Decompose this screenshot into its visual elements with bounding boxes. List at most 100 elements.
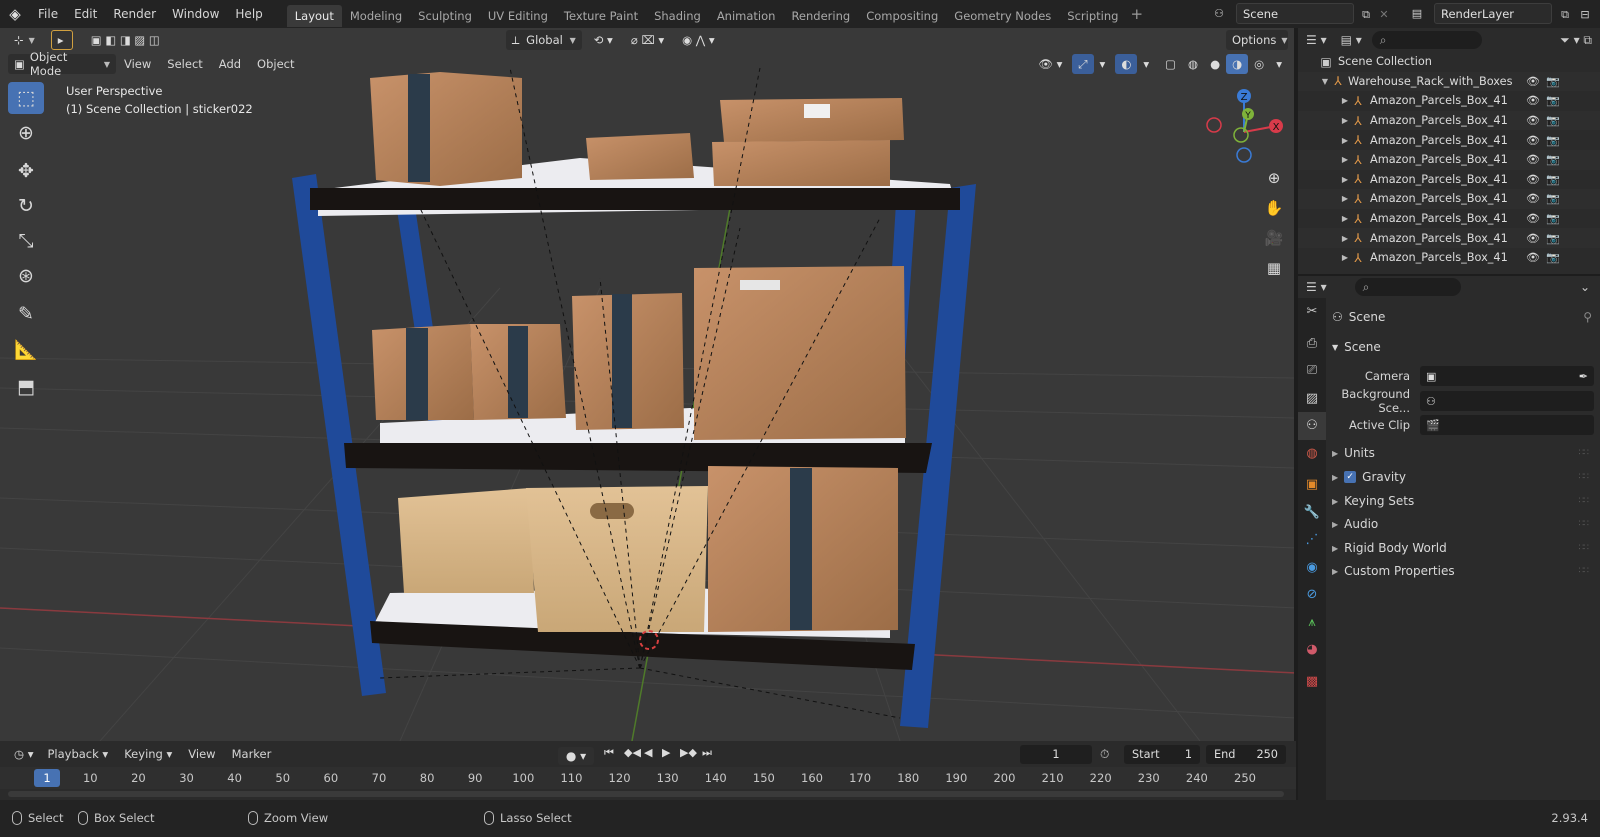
properties-editor-icon[interactable]: ☰ ▾ xyxy=(1306,280,1327,294)
shading-wireframe-icon[interactable]: ◍ xyxy=(1182,54,1204,74)
new-view-layer-icon[interactable]: ⧉ xyxy=(1556,4,1574,25)
chevron-down-icon[interactable]: ▾ xyxy=(1094,54,1112,74)
pivot-point-icon[interactable]: ⟲ ▾ xyxy=(588,30,619,50)
camera-icon[interactable]: 📷 xyxy=(1546,212,1560,225)
camera-view-icon[interactable]: 🎥 xyxy=(1262,226,1286,250)
chevron-down-icon[interactable]: ⌄ xyxy=(1580,280,1590,294)
rotate-tool-icon[interactable]: ↻ xyxy=(8,190,44,222)
eye-icon[interactable]: 👁 xyxy=(1526,75,1540,88)
view-layer-tab-icon[interactable]: ▨ xyxy=(1298,385,1326,413)
camera-icon[interactable]: 📷 xyxy=(1546,153,1560,166)
tab-texture-paint[interactable]: Texture Paint xyxy=(556,5,646,27)
subpanel-keying-sets[interactable]: ▶ Keying Sets ∷∷ xyxy=(1332,494,1594,508)
zoom-icon[interactable]: ⊕ xyxy=(1262,166,1286,190)
tab-geometry-nodes[interactable]: Geometry Nodes xyxy=(946,5,1059,27)
outliner-item[interactable]: ▶ ⅄ Amazon_Parcels_Box_41 👁 📷 xyxy=(1298,110,1600,131)
add-workspace-icon[interactable]: + xyxy=(1130,5,1143,23)
drag-handle-icon[interactable]: ∷∷ xyxy=(1579,496,1590,506)
prev-keyframe-icon[interactable]: ◆◀ xyxy=(624,746,641,759)
new-scene-icon[interactable]: ⧉ xyxy=(1357,4,1375,25)
shading-rendered-icon[interactable]: ◎ xyxy=(1248,54,1270,74)
subpanel-gravity[interactable]: ▶ ✓ Gravity ∷∷ xyxy=(1332,470,1594,484)
gravity-checkbox[interactable]: ✓ xyxy=(1344,471,1357,483)
shading-options-icon[interactable]: ▾ xyxy=(1270,54,1288,74)
modifier-tab-icon[interactable]: 🔧 xyxy=(1298,499,1326,527)
select-mode-icons[interactable]: ▣ ◧ ◨ ▨ ◫ xyxy=(85,30,166,50)
expand-right-icon[interactable]: ▶ xyxy=(1340,214,1350,223)
eye-icon[interactable]: 👁 xyxy=(1526,251,1540,264)
shading-material-icon[interactable]: ◑ xyxy=(1226,54,1249,74)
select-tool-icon[interactable]: ▸ xyxy=(50,30,73,50)
navigation-gizmo[interactable]: Z X Y xyxy=(1196,84,1296,174)
view-layer-field[interactable]: RenderLayer xyxy=(1434,3,1552,24)
tab-sculpting[interactable]: Sculpting xyxy=(410,5,480,27)
menu-select[interactable]: Select xyxy=(159,57,210,71)
expand-right-icon[interactable]: ▶ xyxy=(1340,253,1350,262)
eye-icon[interactable]: 👁 xyxy=(1526,114,1540,127)
view-layer-selector-icon[interactable]: ▤ xyxy=(1403,3,1431,24)
select-box-tool-icon[interactable]: ⬚ xyxy=(8,82,44,114)
playback-menu[interactable]: Playback ▾ xyxy=(39,747,116,761)
eye-icon[interactable]: 👁 xyxy=(1526,192,1540,205)
drag-handle-icon[interactable]: ∷∷ xyxy=(1579,472,1590,482)
overlay-toggle-icon[interactable]: ◐ xyxy=(1115,54,1138,74)
play-reverse-icon[interactable]: ◀ xyxy=(644,746,652,759)
outliner-item[interactable]: ▶ ⅄ Amazon_Parcels_Box_41 👁 📷 xyxy=(1298,91,1600,111)
tab-uv-editing[interactable]: UV Editing xyxy=(480,5,556,27)
render-tab-icon[interactable]: ⎙ xyxy=(1298,330,1326,358)
camera-icon[interactable]: 📷 xyxy=(1546,75,1560,88)
outliner-item[interactable]: ▶ ⅄ Amazon_Parcels_Box_41 👁 📷 xyxy=(1298,130,1600,150)
data-tab-icon[interactable]: ⩚ xyxy=(1298,609,1326,637)
subpanel-rigid-body-world[interactable]: ▶ Rigid Body World ∷∷ xyxy=(1332,541,1594,555)
camera-icon[interactable]: 📷 xyxy=(1546,251,1560,264)
shading-solid-icon[interactable]: ● xyxy=(1204,54,1226,74)
end-frame-field[interactable]: End 250 xyxy=(1206,745,1286,764)
scale-tool-icon[interactable]: ⤡ xyxy=(8,225,44,257)
play-icon[interactable]: ▶ xyxy=(662,746,670,759)
properties-search-field[interactable]: ⌕ xyxy=(1354,278,1461,296)
menu-help[interactable]: Help xyxy=(227,0,270,28)
outliner-item[interactable]: ▶ ⅄ Amazon_Parcels_Box_41 👁 📷 xyxy=(1298,189,1600,209)
3d-viewport[interactable]: ⊹ ▼ ▸ ▣ ◧ ◨ ▨ ◫ ⟂ Global ▼ ⟲ ▾ ⌀ ⌧ ▾ ◉ ⋀ ▾ … xyxy=(0,28,1296,741)
xray-toggle-icon[interactable]: ▢ xyxy=(1159,54,1182,74)
menu-window[interactable]: Window xyxy=(164,0,227,28)
delete-view-layer-icon[interactable]: ⊟ xyxy=(1576,4,1594,25)
delete-scene-icon[interactable]: ✕ xyxy=(1377,4,1391,25)
drag-handle-icon[interactable]: ∷∷ xyxy=(1579,566,1590,576)
outliner-item[interactable]: ▶ ⅄ Amazon_Parcels_Box_41 👁 📷 xyxy=(1298,150,1600,170)
drag-handle-icon[interactable]: ∷∷ xyxy=(1579,519,1590,529)
gizmo-toggle-icon[interactable]: ⤢ xyxy=(1072,54,1094,74)
outliner-collection-row[interactable]: ▼ ⅄ Warehouse_Rack_with_Boxes 👁 📷 xyxy=(1298,71,1600,92)
eye-icon[interactable]: 👁 xyxy=(1526,232,1540,245)
output-tab-icon[interactable]: ⎚ xyxy=(1298,357,1326,385)
expand-down-icon[interactable]: ▼ xyxy=(1320,77,1330,86)
tab-scripting[interactable]: Scripting xyxy=(1059,5,1126,27)
ortho-toggle-icon[interactable]: ▦ xyxy=(1262,256,1286,280)
annotate-tool-icon[interactable]: ✎ xyxy=(8,298,44,330)
snap-icon[interactable]: ⌀ ⌧ ▾ xyxy=(625,30,670,50)
add-cube-tool-icon[interactable]: ⬒ xyxy=(8,371,44,403)
active-clip-field[interactable]: 🎬 xyxy=(1420,415,1594,435)
pan-hand-icon[interactable]: ✋ xyxy=(1262,196,1286,220)
camera-icon[interactable]: 📷 xyxy=(1546,173,1560,186)
camera-icon[interactable]: 📷 xyxy=(1546,94,1560,107)
outliner-item[interactable]: ▶ ⅄ Amazon_Parcels_Box_41 👁 📷 xyxy=(1298,228,1600,248)
keying-menu[interactable]: Keying ▾ xyxy=(116,747,180,761)
menu-add[interactable]: Add xyxy=(211,57,249,71)
world-tab-icon[interactable]: ◍ xyxy=(1298,440,1326,468)
preview-range-icon[interactable]: ⏱ xyxy=(1100,747,1109,762)
timeline-scrollbar[interactable] xyxy=(8,791,1284,797)
transform-tool-icon[interactable]: ⊛ xyxy=(8,260,44,292)
tab-compositing[interactable]: Compositing xyxy=(858,5,946,27)
proportional-edit-icon[interactable]: ◉ ⋀ ▾ xyxy=(676,30,721,50)
subpanel-custom-properties[interactable]: ▶ Custom Properties ∷∷ xyxy=(1332,564,1594,578)
visibility-icon[interactable]: 👁 ▾ xyxy=(1032,54,1068,74)
particles-tab-icon[interactable]: ⋰ xyxy=(1298,526,1326,554)
pin-icon[interactable]: ⚲ xyxy=(1583,310,1592,324)
display-mode-icon[interactable]: ▤ ▾ xyxy=(1341,33,1362,47)
cursor-tool-icon[interactable]: ⊕ xyxy=(8,117,44,149)
menu-edit[interactable]: Edit xyxy=(66,0,105,28)
eye-icon[interactable]: 👁 xyxy=(1526,134,1540,147)
transform-orientation-dropdown[interactable]: ⟂ Global ▼ xyxy=(505,30,582,50)
camera-icon[interactable]: 📷 xyxy=(1546,232,1560,245)
